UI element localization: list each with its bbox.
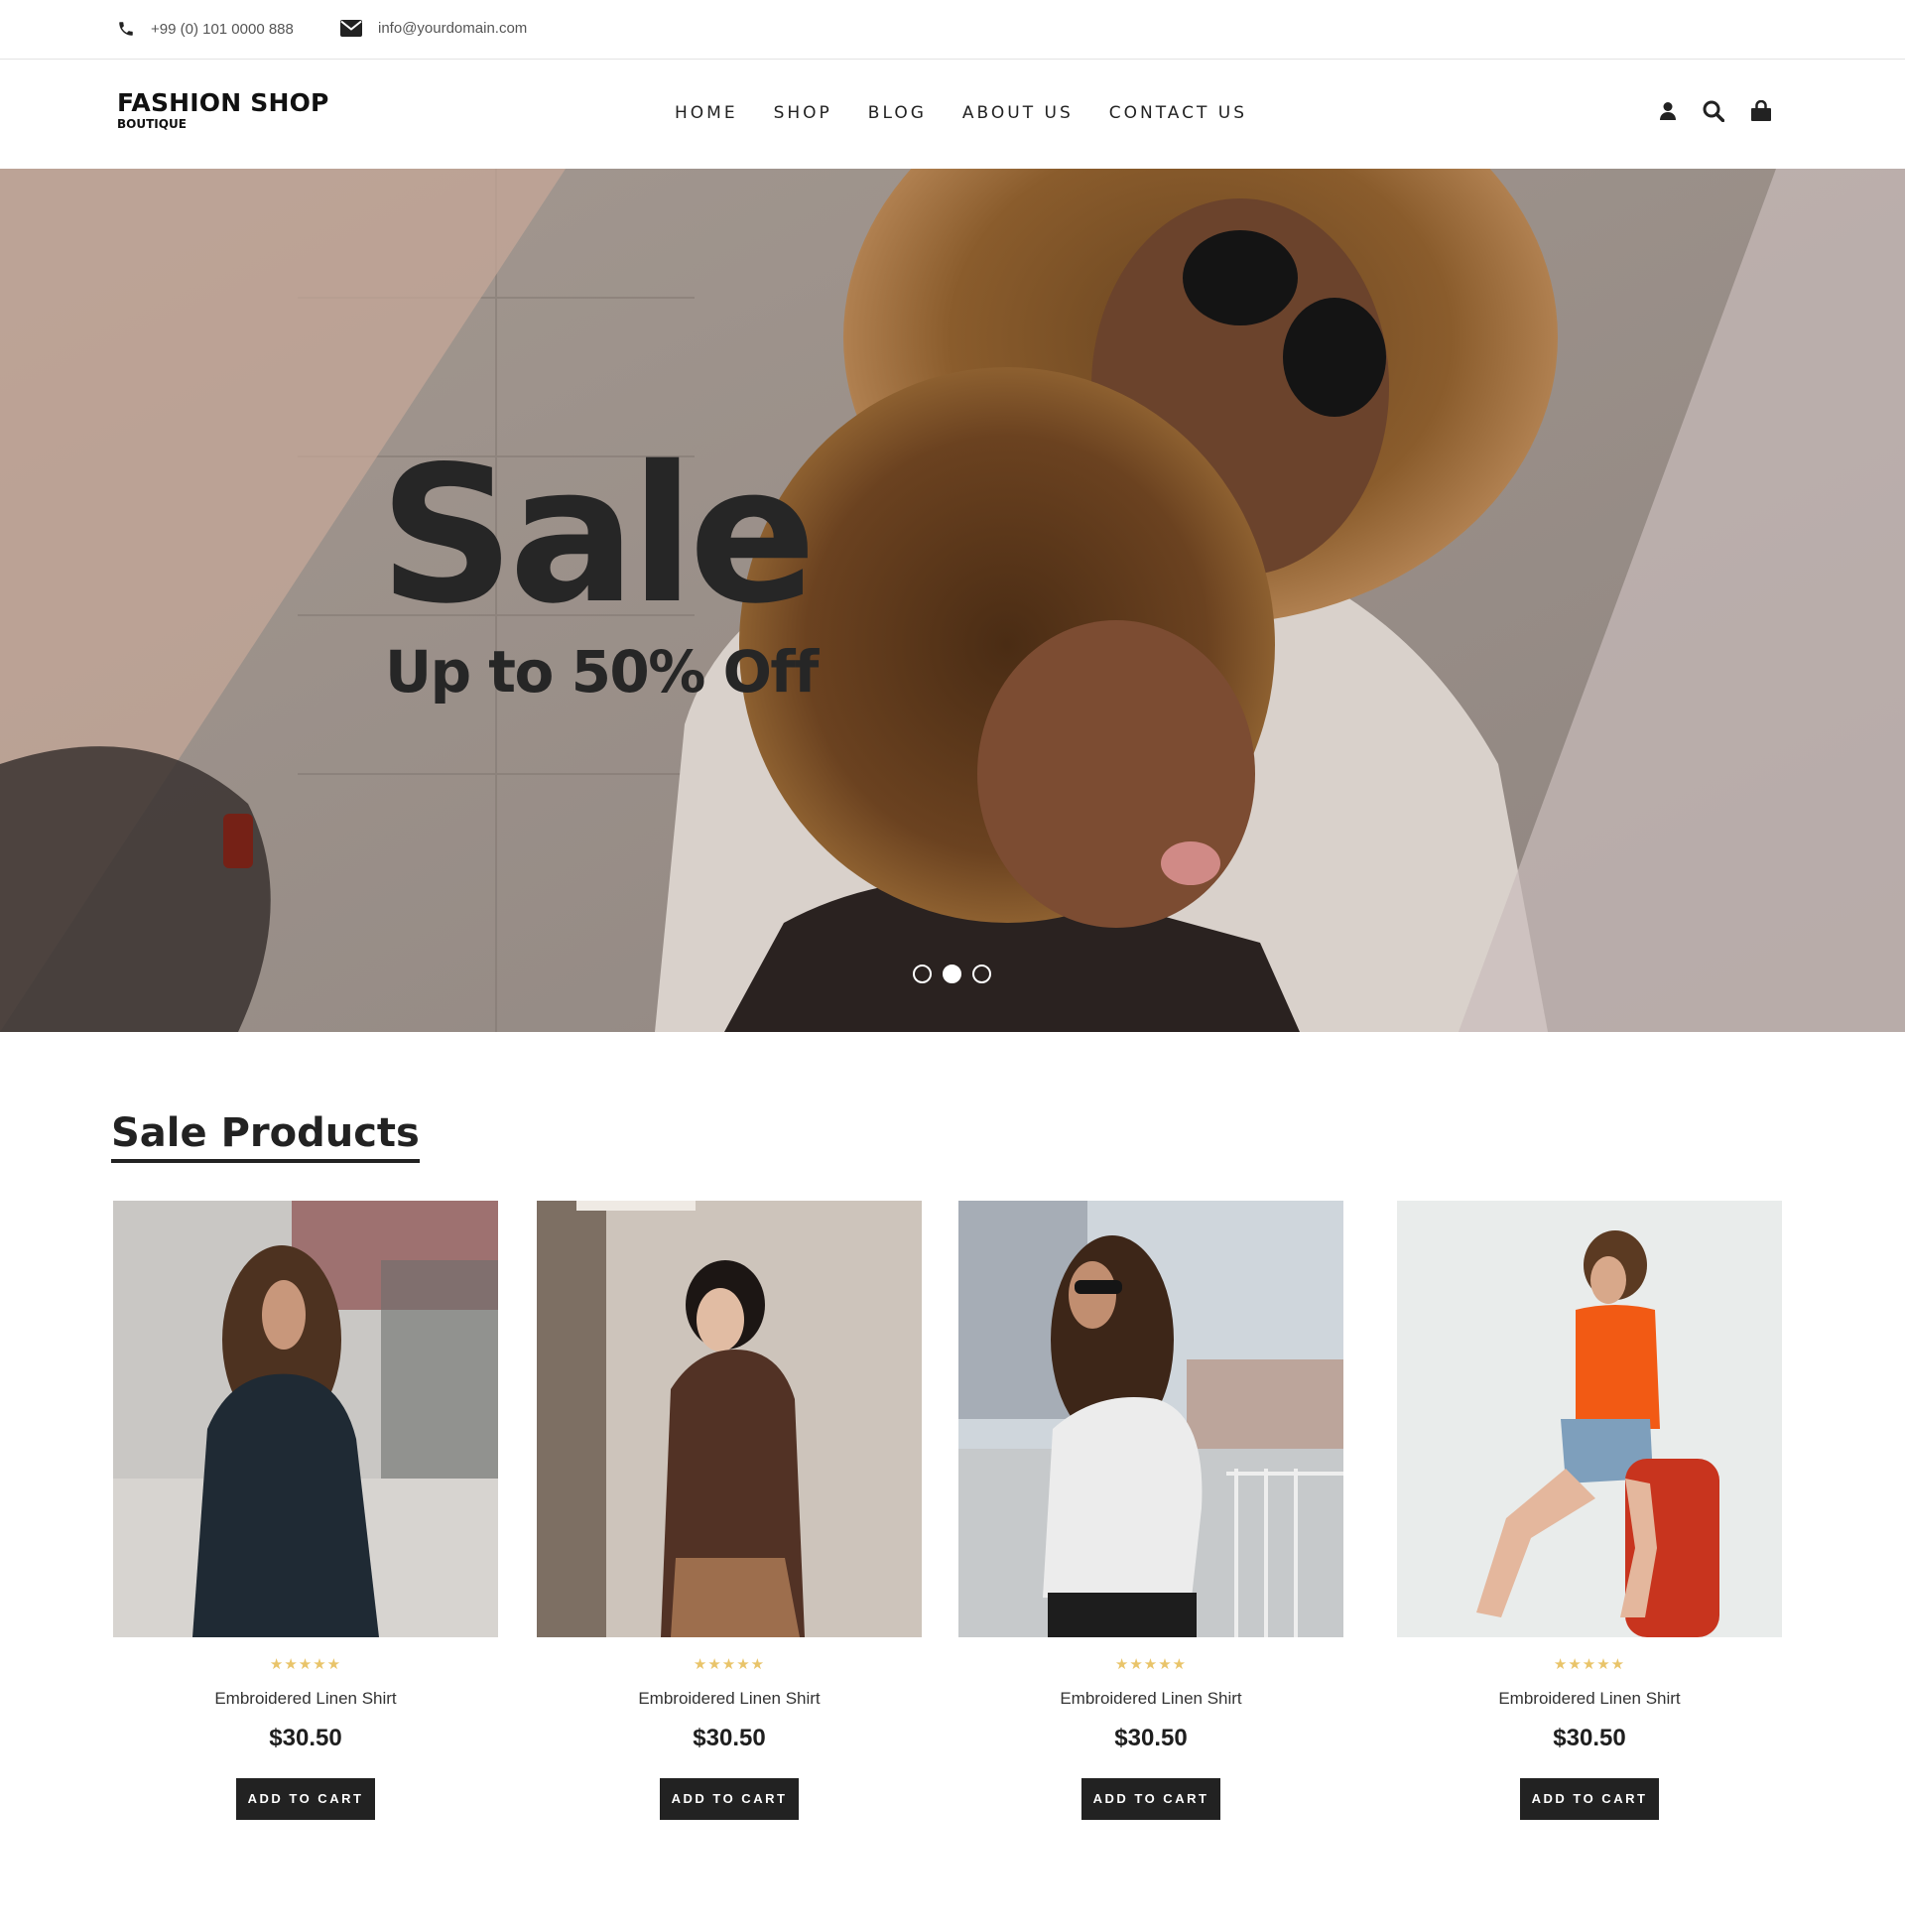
product-image[interactable] bbox=[958, 1201, 1343, 1637]
email-text: info@yourdomain.com bbox=[378, 20, 528, 37]
add-to-cart-button[interactable]: ADD TO CART bbox=[1081, 1778, 1220, 1820]
section-title: Sale Products bbox=[111, 1113, 420, 1163]
slider-dot-3[interactable] bbox=[972, 965, 991, 983]
product-price: $30.50 bbox=[1114, 1725, 1188, 1751]
rating-stars: ★★★★★ bbox=[1553, 1656, 1626, 1673]
shopping-bag-icon[interactable] bbox=[1750, 100, 1772, 122]
slider-dot-2[interactable] bbox=[943, 965, 961, 983]
nav-blog[interactable]: BLOG bbox=[868, 103, 927, 123]
product-price: $30.50 bbox=[1553, 1725, 1626, 1751]
slider-dot-1[interactable] bbox=[913, 965, 932, 983]
product-price: $30.50 bbox=[693, 1725, 766, 1751]
product-card: ★★★★★ Embroidered Linen Shirt $30.50 ADD… bbox=[537, 1201, 922, 1820]
slider-dots bbox=[913, 965, 1002, 983]
nav-home[interactable]: HOME bbox=[675, 103, 738, 123]
product-card: ★★★★★ Embroidered Linen Shirt $30.50 ADD… bbox=[958, 1201, 1343, 1820]
product-name[interactable]: Embroidered Linen Shirt bbox=[1397, 1690, 1782, 1707]
product-name[interactable]: Embroidered Linen Shirt bbox=[958, 1690, 1343, 1707]
hero-image bbox=[0, 169, 1905, 1032]
top-bar: +99 (0) 101 0000 888 info@yourdomain.com bbox=[0, 0, 1905, 60]
product-name[interactable]: Embroidered Linen Shirt bbox=[113, 1690, 498, 1707]
logo[interactable]: FASHION SHOP BOUTIQUE bbox=[117, 90, 329, 130]
contact-phone[interactable]: +99 (0) 101 0000 888 bbox=[117, 20, 294, 38]
product-image[interactable] bbox=[113, 1201, 498, 1637]
main-header: FASHION SHOP BOUTIQUE HOME SHOP BLOG ABO… bbox=[0, 61, 1905, 169]
rating-stars: ★★★★★ bbox=[269, 1656, 342, 1673]
logo-tagline: BOUTIQUE bbox=[117, 117, 187, 131]
add-to-cart-button[interactable]: ADD TO CART bbox=[660, 1778, 799, 1820]
rating-stars: ★★★★★ bbox=[1114, 1656, 1188, 1673]
phone-text: +99 (0) 101 0000 888 bbox=[151, 20, 294, 38]
contact-email[interactable]: info@yourdomain.com bbox=[340, 20, 527, 37]
main-nav: HOME SHOP BLOG ABOUT US CONTACT US bbox=[675, 103, 1283, 123]
user-icon[interactable] bbox=[1659, 101, 1677, 121]
nav-about-us[interactable]: ABOUT US bbox=[962, 103, 1074, 123]
product-card: ★★★★★ Embroidered Linen Shirt $30.50 ADD… bbox=[1397, 1201, 1782, 1820]
phone-icon bbox=[119, 22, 133, 36]
product-card: ★★★★★ Embroidered Linen Shirt $30.50 ADD… bbox=[113, 1201, 498, 1820]
hero-banner: Sale Up to 50% Off bbox=[0, 169, 1905, 1032]
product-image[interactable] bbox=[1397, 1201, 1782, 1637]
nav-shop[interactable]: SHOP bbox=[774, 103, 832, 123]
product-image[interactable] bbox=[537, 1201, 922, 1637]
product-price: $30.50 bbox=[269, 1725, 342, 1751]
product-name[interactable]: Embroidered Linen Shirt bbox=[537, 1690, 922, 1707]
nav-contact-us[interactable]: CONTACT US bbox=[1109, 103, 1247, 123]
logo-brand: FASHION SHOP bbox=[117, 88, 329, 117]
header-actions bbox=[1633, 100, 1772, 122]
rating-stars: ★★★★★ bbox=[693, 1656, 766, 1673]
hero-subtitle: Up to 50% Off bbox=[385, 638, 819, 706]
search-icon[interactable] bbox=[1703, 100, 1724, 122]
envelope-icon bbox=[340, 20, 362, 37]
add-to-cart-button[interactable]: ADD TO CART bbox=[1520, 1778, 1659, 1820]
hero-title: Sale bbox=[379, 426, 817, 645]
add-to-cart-button[interactable]: ADD TO CART bbox=[236, 1778, 375, 1820]
